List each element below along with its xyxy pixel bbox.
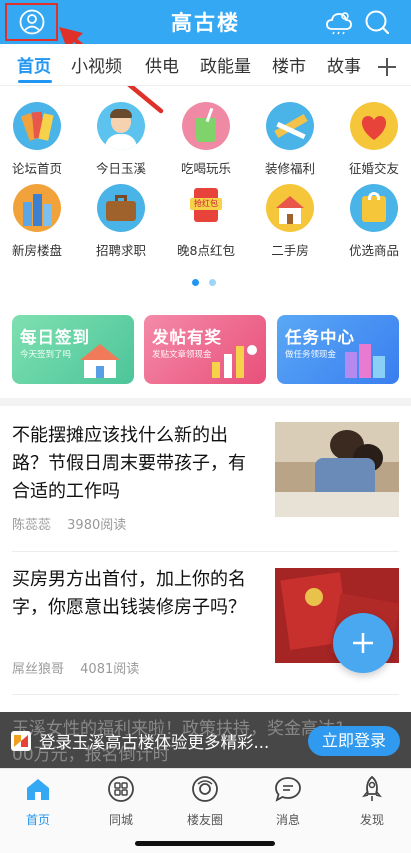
divider xyxy=(12,694,399,695)
search-icon[interactable] xyxy=(364,9,390,35)
pager-dot-active xyxy=(192,279,199,286)
article-meta: 陈蕊蕊 3980阅读 xyxy=(12,514,126,533)
divider xyxy=(12,551,399,552)
article-reads: 4081阅读 xyxy=(80,662,140,677)
nav-friends-circle[interactable]: 楼友圈 xyxy=(170,775,240,828)
buildings-icon xyxy=(13,184,61,232)
grid-label: 二手房 xyxy=(271,243,309,258)
section-separator xyxy=(0,398,411,406)
tab-home[interactable]: 首页 xyxy=(17,52,51,77)
grid-label: 征婚交友 xyxy=(348,161,399,176)
app-logo-icon xyxy=(11,731,31,751)
article-item[interactable]: 不能摆摊应该找什么新的出路？节假日周末要带孩子，有合适的工作吗 陈蕊蕊 3980… xyxy=(0,422,411,542)
tab-stories[interactable]: 故事 xyxy=(327,52,361,77)
nav-home[interactable]: 首页 xyxy=(3,775,73,828)
article-title: 不能摆摊应该找什么新的出路？节假日周末要带孩子，有合适的工作吗 xyxy=(12,425,246,502)
rocket-icon xyxy=(362,775,382,801)
ruler-icon xyxy=(266,102,314,150)
grid-item-jobs[interactable]: 招聘求职 xyxy=(81,184,161,259)
nav-messages[interactable]: 消息 xyxy=(253,775,323,828)
red-packet-icon: 抢红包 xyxy=(182,184,230,232)
forum-icon xyxy=(13,102,61,150)
article-thumbnail xyxy=(275,422,399,517)
chart-illustration-icon xyxy=(212,345,257,378)
add-tab-button[interactable] xyxy=(376,48,398,84)
grid-label: 论坛首页 xyxy=(11,161,62,176)
weather-icon[interactable] xyxy=(325,9,353,35)
buildings-illustration-icon xyxy=(345,344,385,378)
article-author: 屌丝狼哥 xyxy=(12,662,65,677)
plus-icon xyxy=(378,58,396,76)
active-tab-indicator xyxy=(18,80,52,83)
grid-label: 招聘求职 xyxy=(95,243,146,258)
bag-icon xyxy=(350,184,398,232)
daily-checkin-card[interactable]: 每日签到 今天签到了吗 xyxy=(12,315,134,384)
top-header: 高古楼 xyxy=(0,0,411,44)
grid-item-food-fun[interactable]: 吃喝玩乐 xyxy=(166,102,246,177)
heart-icon xyxy=(350,102,398,150)
grid-apps-icon xyxy=(108,776,134,802)
tab-property[interactable]: 楼市 xyxy=(272,52,306,77)
tab-power-supply[interactable]: 供电 xyxy=(145,52,179,77)
plus-icon xyxy=(353,633,373,653)
camera-circle-icon xyxy=(192,776,218,802)
grid-label: 装修福利 xyxy=(264,161,315,176)
chat-bubble-icon xyxy=(275,777,301,802)
grid-item-new-homes[interactable]: 新房楼盘 xyxy=(0,184,77,259)
grid-label: 新房楼盘 xyxy=(11,243,62,258)
grid-item-goods[interactable]: 优选商品 xyxy=(334,184,411,259)
grid-item-today-yuxi[interactable]: 今日玉溪 xyxy=(81,102,161,177)
grid-item-forum[interactable]: 论坛首页 xyxy=(0,102,77,177)
grid-label: 优选商品 xyxy=(348,243,399,258)
grid-label: 晚8点红包 xyxy=(177,243,235,258)
article-title: 买房男方出首付，加上你的名字，你愿意出钱装修房子吗？ xyxy=(12,569,246,618)
task-center-card[interactable]: 任务中心 做任务领现金 xyxy=(277,315,399,384)
tab-short-video[interactable]: 小视频 xyxy=(71,52,122,77)
grid-item-red-packet[interactable]: 抢红包 晚8点红包 xyxy=(166,184,246,259)
category-tabs: 首页 小视频 供电 政能量 楼市 故事 xyxy=(0,44,411,86)
house-illustration-icon xyxy=(80,344,120,378)
grid-item-decoration[interactable]: 装修福利 xyxy=(250,102,330,177)
login-now-button[interactable]: 立即登录 xyxy=(308,726,400,756)
grid-item-second-hand[interactable]: 二手房 xyxy=(250,184,330,259)
create-post-button[interactable] xyxy=(333,613,393,673)
drink-icon xyxy=(182,102,230,150)
pager-dots xyxy=(192,271,221,290)
article-author: 陈蕊蕊 xyxy=(12,518,52,533)
login-prompt-text: 登录玉溪高古楼体验更多精彩... xyxy=(39,733,270,752)
tab-government[interactable]: 政能量 xyxy=(200,52,251,77)
login-prompt-banner: 玉溪女性的福利来啦！政策扶持，奖金高达1 00万元，报名倒计时 登录玉溪高古楼体… xyxy=(0,712,411,768)
post-reward-card[interactable]: 发帖有奖 发贴文章领现金 xyxy=(144,315,266,384)
nav-local[interactable]: 同城 xyxy=(86,775,156,828)
home-indicator xyxy=(135,841,275,846)
grid-item-dating[interactable]: 征婚交友 xyxy=(334,102,411,177)
home-icon xyxy=(27,779,49,800)
briefcase-icon xyxy=(97,184,145,232)
bottom-navigation: 首页 同城 楼友圈 消息 发现 xyxy=(0,768,411,853)
grid-label: 吃喝玩乐 xyxy=(180,161,231,176)
pager-dot xyxy=(209,279,217,286)
person-icon xyxy=(97,102,145,150)
article-reads: 3980阅读 xyxy=(67,518,127,533)
app-screen: 高古楼 首页 小视频 供电 政能量 楼市 故事 论坛首页 今日玉溪 吃喝玩乐 装… xyxy=(0,0,411,853)
nav-discover[interactable]: 发现 xyxy=(337,775,407,828)
grid-label: 今日玉溪 xyxy=(95,161,146,176)
article-meta: 屌丝狼哥 4081阅读 xyxy=(12,658,139,677)
house-icon xyxy=(266,184,314,232)
